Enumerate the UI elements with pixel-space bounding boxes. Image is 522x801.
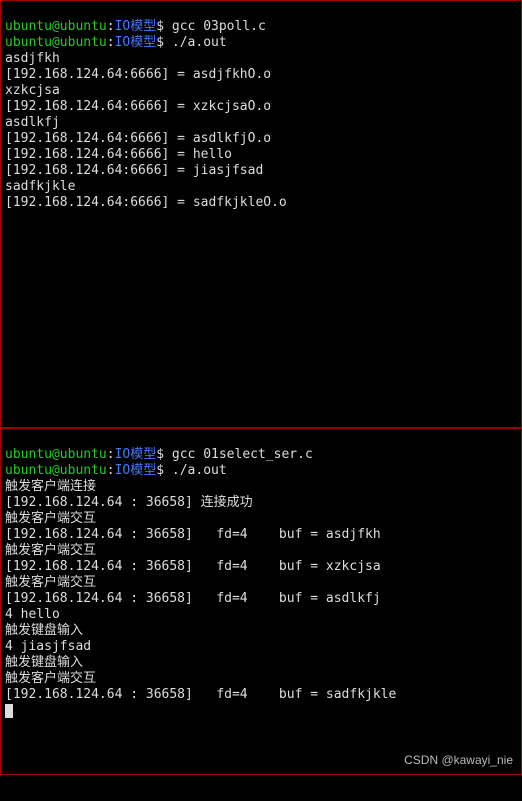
- output-line: [192.168.124.64 : 36658] fd=4 buf = asdj…: [5, 527, 381, 542]
- output-line: asdjfkh: [5, 51, 60, 66]
- output-line: [192.168.124.64 : 36658] fd=4 buf = asdl…: [5, 591, 381, 606]
- output-line: xzkcjsa: [5, 83, 60, 98]
- prompt-user: ubuntu@ubuntu: [5, 447, 107, 462]
- output-line: [192.168.124.64:6666] = jiasjfsad: [5, 163, 263, 178]
- prompt-sep: :: [107, 35, 115, 50]
- command-text: ./a.out: [164, 35, 227, 50]
- prompt-path: IO模型: [115, 35, 157, 50]
- output-line: [192.168.124.64:6666] = xzkcjsaO.o: [5, 99, 271, 114]
- command-text: ./a.out: [164, 463, 227, 478]
- output-line: 触发键盘输入: [5, 655, 83, 670]
- prompt-user: ubuntu@ubuntu: [5, 463, 107, 478]
- output-line: [192.168.124.64:6666] = asdlkfjO.o: [5, 131, 271, 146]
- output-line: 触发键盘输入: [5, 623, 83, 638]
- output-line: sadfkjkle: [5, 179, 75, 194]
- prompt-sep: :: [107, 463, 115, 478]
- cursor-icon: [5, 704, 13, 718]
- output-line: 触发客户端交互: [5, 671, 96, 686]
- prompt-dollar: $: [156, 19, 164, 34]
- output-line: [192.168.124.64 : 36658] 连接成功: [5, 495, 253, 510]
- output-line: 触发客户端连接: [5, 479, 96, 494]
- output-line: 4 hello: [5, 607, 60, 622]
- prompt-dollar: $: [156, 35, 164, 50]
- prompt-sep: :: [107, 447, 115, 462]
- command-text: gcc 01select_ser.c: [164, 447, 313, 462]
- output-line: 4 jiasjfsad: [5, 639, 91, 654]
- prompt-dollar: $: [156, 463, 164, 478]
- prompt-user: ubuntu@ubuntu: [5, 19, 107, 34]
- terminal-pane-top[interactable]: ubuntu@ubuntu:IO模型$ gcc 03poll.c ubuntu@…: [0, 0, 522, 428]
- output-line: 触发客户端交互: [5, 575, 96, 590]
- prompt-sep: :: [107, 19, 115, 34]
- output-line: [192.168.124.64:6666] = sadfkjkleO.o: [5, 195, 287, 210]
- output-line: 触发客户端交互: [5, 511, 96, 526]
- watermark-text: CSDN @kawayi_nie: [404, 752, 513, 768]
- output-line: 触发客户端交互: [5, 543, 96, 558]
- prompt-path: IO模型: [115, 19, 157, 34]
- output-line: [192.168.124.64 : 36658] fd=4 buf = sadf…: [5, 687, 396, 702]
- prompt-path: IO模型: [115, 447, 157, 462]
- output-line: [192.168.124.64:6666] = asdjfkhO.o: [5, 67, 271, 82]
- prompt-path: IO模型: [115, 463, 157, 478]
- prompt-dollar: $: [156, 447, 164, 462]
- command-text: gcc 03poll.c: [164, 19, 266, 34]
- output-line: [192.168.124.64:6666] = hello: [5, 147, 232, 162]
- prompt-user: ubuntu@ubuntu: [5, 35, 107, 50]
- output-line: asdlkfj: [5, 115, 60, 130]
- output-line: [192.168.124.64 : 36658] fd=4 buf = xzkc…: [5, 559, 381, 574]
- terminal-pane-bottom[interactable]: ubuntu@ubuntu:IO模型$ gcc 01select_ser.c u…: [0, 428, 522, 775]
